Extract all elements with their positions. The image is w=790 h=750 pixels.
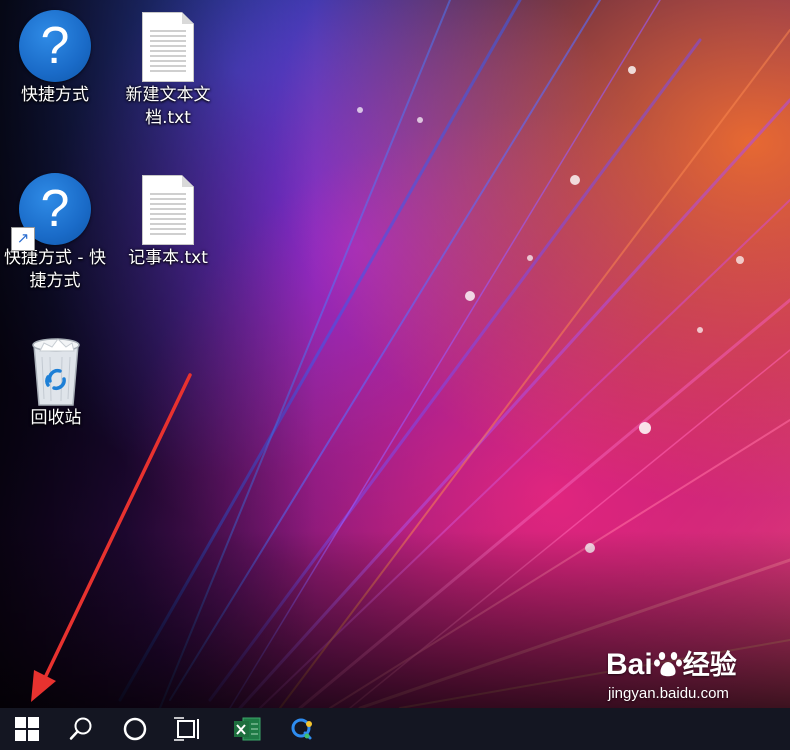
task-view-button[interactable] (163, 708, 213, 750)
baidu-paw-icon (653, 648, 683, 678)
baidu-brand-text: Bai (606, 648, 653, 681)
excel-button[interactable] (222, 708, 272, 750)
watermark-url: jingyan.baidu.com (608, 685, 729, 702)
app-button[interactable] (278, 708, 328, 750)
baidu-watermark: Bai 经验 jingyan.baidu.com (606, 648, 737, 703)
excel-icon (234, 717, 261, 741)
search-icon (69, 717, 92, 740)
search-button[interactable] (56, 708, 106, 750)
start-button[interactable] (2, 708, 52, 750)
cortana-button[interactable] (110, 708, 160, 750)
taskbar (0, 708, 790, 750)
cortana-icon (123, 717, 147, 741)
baidu-brand-cn: 经验 (682, 650, 737, 681)
app-icon (291, 718, 312, 740)
windows-start-icon (15, 717, 39, 741)
task-view-icon (174, 717, 199, 741)
annotation-arrow (31, 373, 192, 702)
